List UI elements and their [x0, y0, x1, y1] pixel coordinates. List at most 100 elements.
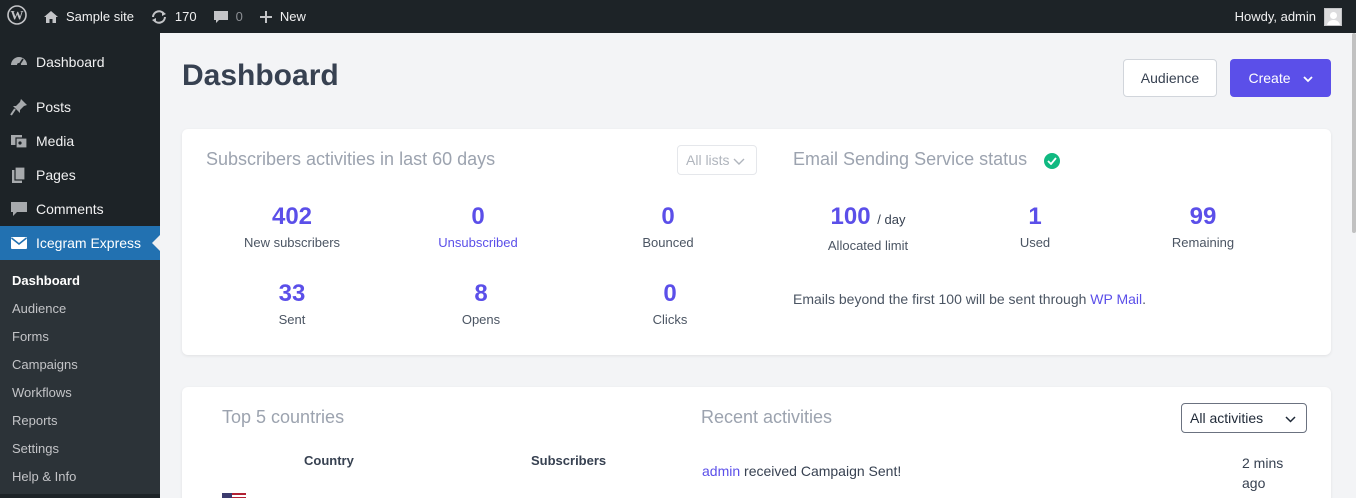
submenu-item-audience[interactable]: Audience	[0, 294, 160, 322]
sidebar-item-label: Icegram Express	[36, 235, 142, 251]
activity-time-line: 2 mins	[1242, 455, 1284, 471]
stat-label: Bounced	[642, 235, 694, 250]
stat-label: Used	[1019, 235, 1051, 250]
chevron-down-icon	[1285, 410, 1296, 426]
stat-label: New subscribers	[243, 235, 341, 250]
submenu-item-forms[interactable]: Forms	[0, 322, 160, 350]
sidebar-item-posts[interactable]: Posts	[0, 90, 160, 124]
account-menu[interactable]: Howdy, admin	[1227, 0, 1356, 33]
stat-value: 8	[474, 280, 488, 307]
country-column-header: Country	[304, 453, 354, 468]
create-button[interactable]: Create	[1230, 59, 1331, 97]
site-name-link[interactable]: Sample site	[35, 0, 142, 33]
wordpress-logo-icon: W	[7, 5, 27, 28]
stat-value: 100 / day	[788, 203, 948, 234]
sidebar-item-media[interactable]: Media	[0, 124, 160, 158]
comment-icon	[9, 200, 29, 218]
submenu-item-dashboard[interactable]: Dashboard	[0, 266, 160, 294]
sidebar-item-label: Dashboard	[36, 54, 105, 70]
pin-icon	[9, 98, 29, 116]
icegram-submenu: Dashboard Audience Forms Campaigns Workf…	[0, 260, 160, 494]
stat-clicks: 0 Clicks	[590, 280, 750, 327]
allocated-unit: / day	[877, 212, 906, 227]
allocated-value: 100	[830, 203, 871, 230]
submenu-item-settings[interactable]: Settings	[0, 434, 160, 462]
stats-card: Subscribers activities in last 60 days A…	[182, 129, 1331, 355]
stat-remaining: 99 Remaining	[1123, 203, 1283, 250]
sending-note-text: Emails beyond the first 100 will be sent…	[793, 291, 1087, 307]
stat-value: 402	[271, 203, 313, 230]
activity-user-link[interactable]: admin	[702, 463, 740, 479]
activities-filter-value: All activities	[1190, 410, 1264, 426]
stat-label: Clicks	[652, 312, 688, 327]
check-circle-icon	[1044, 153, 1060, 169]
plus-icon	[259, 10, 273, 24]
stat-value: 0	[661, 203, 675, 230]
activities-title: Recent activities	[701, 407, 833, 427]
stat-allocated-limit: 100 / day Allocated limit	[788, 203, 948, 253]
comments-count: 0	[235, 9, 243, 24]
countries-activities-card: Top 5 countries Country Subscribers Rece…	[182, 387, 1331, 498]
admin-bar: W Sample site 170 0 New Howdy, admin	[0, 0, 1356, 33]
site-name: Sample site	[66, 9, 134, 24]
subscribers-column-header: Subscribers	[531, 453, 607, 468]
stat-label: Remaining	[1171, 235, 1235, 250]
submenu-item-help-info[interactable]: Help & Info	[0, 462, 160, 490]
stat-label: Opens	[461, 312, 501, 327]
email-icon	[9, 234, 29, 252]
chevron-down-icon	[1302, 70, 1313, 86]
countries-title: Top 5 countries	[222, 407, 345, 427]
sending-service-title: Email Sending Service status	[793, 149, 1028, 169]
stat-value: 33	[278, 280, 306, 307]
create-button-label: Create	[1248, 70, 1291, 86]
audience-button[interactable]: Audience	[1123, 59, 1217, 97]
submenu-item-workflows[interactable]: Workflows	[0, 378, 160, 406]
stat-label[interactable]: Unsubscribed	[398, 235, 558, 250]
media-icon	[9, 132, 29, 150]
list-filter-select[interactable]: All lists	[677, 145, 757, 175]
wordpress-logo-button[interactable]: W	[0, 0, 35, 33]
main-content: Dashboard Audience Create Subscribers ac…	[160, 33, 1356, 498]
sidebar-item-dashboard[interactable]: Dashboard	[0, 45, 160, 79]
sidebar-item-label: Pages	[36, 167, 76, 183]
updates-icon	[150, 9, 168, 25]
chevron-down-icon	[733, 152, 745, 168]
page-title: Dashboard	[182, 59, 339, 92]
stat-label: Allocated limit	[827, 238, 909, 253]
updates-count: 170	[174, 9, 197, 24]
subscribers-section-title: Subscribers activities in last 60 days	[206, 149, 496, 169]
submenu-item-campaigns[interactable]: Campaigns	[0, 350, 160, 378]
sidebar-item-icegram-express[interactable]: Icegram Express	[0, 226, 160, 260]
page-scrollbar[interactable]	[1352, 33, 1356, 233]
new-label: New	[279, 9, 306, 24]
stat-value: 99	[1189, 203, 1217, 230]
new-content-link[interactable]: New	[251, 0, 314, 33]
home-icon	[43, 9, 59, 25]
stat-bounced: 0 Bounced	[588, 203, 748, 250]
stat-label: Sent	[278, 312, 306, 327]
updates-link[interactable]: 170	[142, 0, 205, 33]
stat-value: 0	[663, 280, 677, 307]
sidebar-item-comments[interactable]: Comments	[0, 192, 160, 226]
list-filter-value: All lists	[686, 152, 730, 168]
sidebar-item-label: Comments	[36, 201, 104, 217]
sending-note: Emails beyond the first 100 will be sent…	[793, 291, 1146, 307]
activities-filter-select[interactable]: All activities	[1181, 403, 1307, 433]
wp-mail-link[interactable]: WP Mail	[1090, 291, 1142, 307]
stat-opens: 8 Opens	[401, 280, 561, 327]
submenu-item-reports[interactable]: Reports	[0, 406, 160, 434]
stat-used: 1 Used	[955, 203, 1115, 250]
sidebar-item-label: Posts	[36, 99, 72, 115]
activity-time: 2 mins ago	[1242, 453, 1302, 493]
svg-text:W: W	[11, 8, 24, 23]
stat-unsubscribed[interactable]: 0 Unsubscribed	[398, 203, 558, 250]
dashboard-icon	[9, 53, 29, 71]
pages-icon	[9, 166, 29, 184]
comments-link[interactable]: 0	[205, 0, 251, 33]
stat-value: 0	[471, 203, 485, 230]
activity-time-line: ago	[1242, 475, 1266, 491]
sidebar-item-pages[interactable]: Pages	[0, 158, 160, 192]
avatar	[1324, 7, 1342, 26]
stat-value: 1	[1028, 203, 1042, 230]
stat-sent: 33 Sent	[212, 280, 372, 327]
